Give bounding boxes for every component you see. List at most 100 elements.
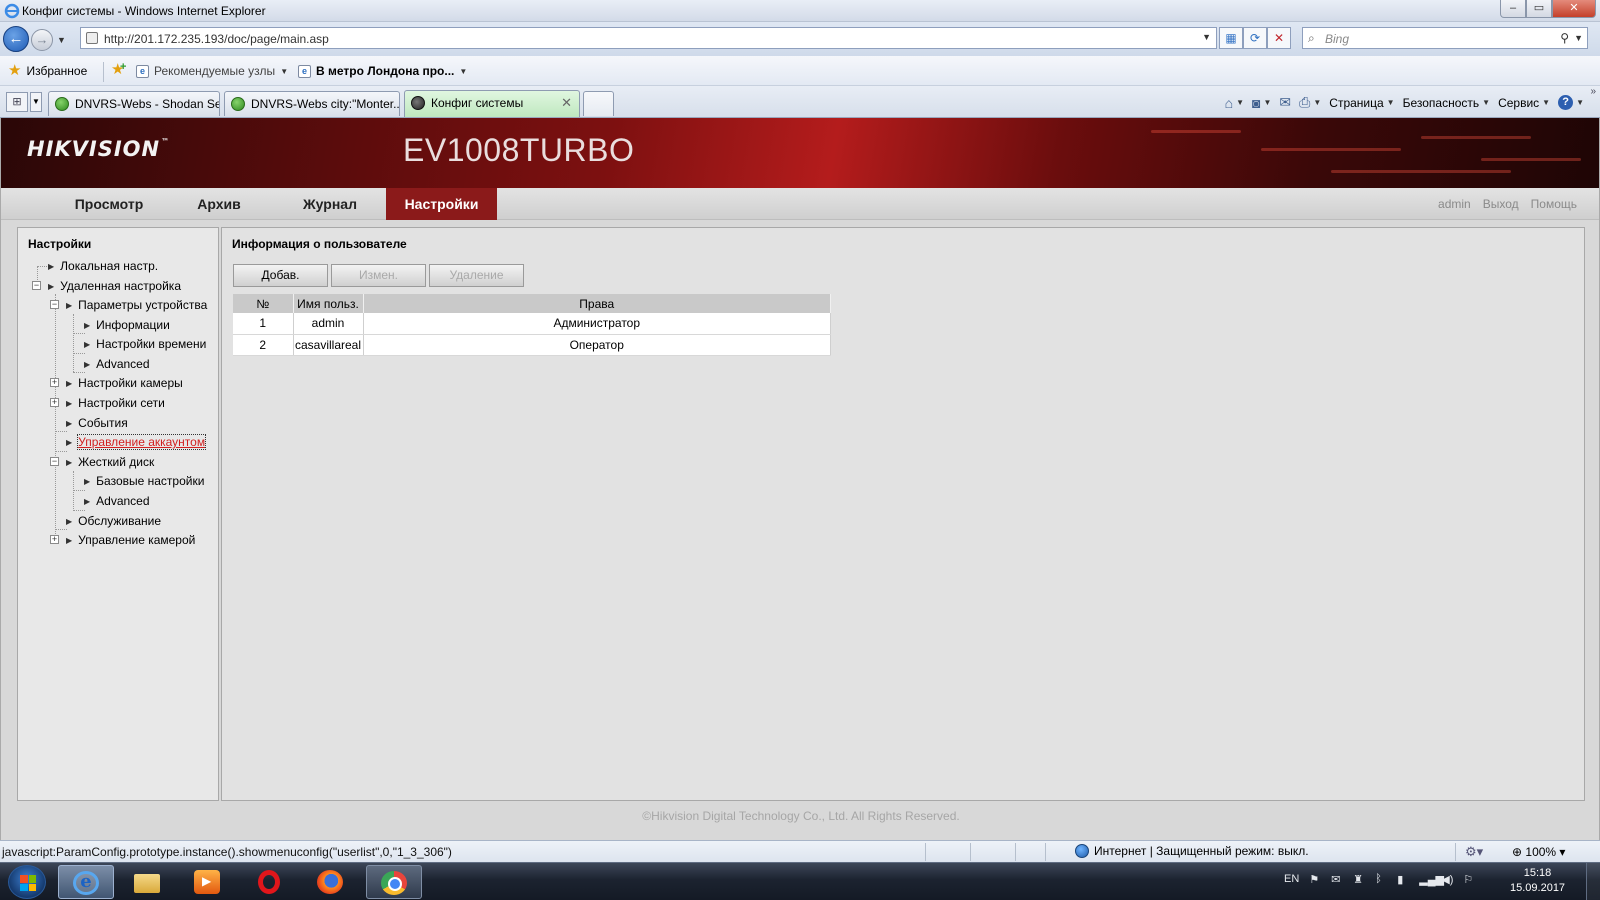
safety-menu[interactable]: Безопасность ▼ <box>1403 96 1490 110</box>
forward-button[interactable]: → <box>31 29 53 51</box>
taskbar-opera[interactable] <box>242 865 298 899</box>
menu-tab-playback[interactable]: Архив <box>165 188 273 220</box>
search-options-icon[interactable]: ▼ <box>1574 33 1583 43</box>
taskbar-chrome[interactable] <box>366 865 422 899</box>
search-input[interactable]: Bing <box>1325 32 1349 46</box>
expand-icon[interactable]: + <box>50 378 59 387</box>
expand-icon[interactable]: + <box>50 535 59 544</box>
menu-tab-log[interactable]: Журнал <box>275 188 385 220</box>
bluetooth-icon[interactable]: ᛒ <box>1375 873 1387 885</box>
security-zone[interactable]: Интернет | Защищенный режим: выкл. <box>1075 844 1309 858</box>
volume-icon[interactable]: ◀) <box>1441 873 1453 886</box>
refresh-icon[interactable]: ⟳ <box>1243 27 1267 49</box>
tree-item-device-params[interactable]: − ▶ Параметры устройства <box>50 296 208 314</box>
tree-item-account-management[interactable]: ▶ Управление аккаунтом <box>66 433 207 451</box>
close-tab-icon[interactable]: ✕ <box>561 95 572 111</box>
tree-item-camera-settings[interactable]: + ▶ Настройки камеры <box>50 374 183 392</box>
logout-link[interactable]: Выход <box>1483 197 1519 211</box>
page-viewport: HIKVISION™ EV1008TURBO Просмотр Архив Жу… <box>0 118 1600 840</box>
compatibility-view-icon[interactable]: ▦ <box>1219 27 1243 49</box>
table-row[interactable]: 1 admin Администратор <box>233 313 831 335</box>
network-status-icon[interactable]: ⚑ <box>1309 873 1321 886</box>
tree-item-maintenance[interactable]: ▶ Обслуживание <box>66 512 161 530</box>
taskbar-media-player[interactable] <box>180 865 236 899</box>
history-dropdown-icon[interactable]: ▼ <box>57 35 66 45</box>
table-row[interactable]: 2 casavillareal Оператор <box>233 334 831 356</box>
ie-page-icon: e <box>298 64 311 78</box>
tree-item-label: Параметры устройства <box>78 298 208 312</box>
read-mail-button[interactable]: ✉ <box>1279 94 1291 111</box>
tree-item-hdd-advanced[interactable]: ▶ Advanced <box>84 492 150 510</box>
flag-alert-icon[interactable]: ⚐ <box>1463 873 1475 886</box>
collapse-icon[interactable]: − <box>50 300 59 309</box>
tree-item-events[interactable]: ▶ События <box>66 414 128 432</box>
collapse-icon[interactable]: − <box>50 457 59 466</box>
back-button[interactable]: ← <box>3 26 29 52</box>
status-divider <box>970 843 971 861</box>
zoom-control[interactable]: ⊕ 100% ▾ <box>1512 845 1565 859</box>
tree-line <box>73 490 85 491</box>
new-tab-button[interactable] <box>583 91 614 116</box>
page-menu[interactable]: Страница ▼ <box>1329 96 1394 110</box>
expand-icon[interactable]: + <box>50 398 59 407</box>
address-bar[interactable]: http://201.172.235.193/doc/page/main.asp… <box>80 27 1217 49</box>
print-button[interactable]: ⎙ ▼ <box>1299 94 1321 111</box>
quick-tabs-icon[interactable]: ⊞ <box>6 92 28 112</box>
start-button[interactable] <box>8 865 46 899</box>
search-icon[interactable]: ⚲ <box>1560 31 1569 45</box>
maximize-button[interactable]: ▭ <box>1526 0 1552 18</box>
address-url[interactable]: http://201.172.235.193/doc/page/main.asp <box>104 32 329 46</box>
taskbar-firefox[interactable] <box>303 865 359 899</box>
protected-mode-icon[interactable]: ⚙▾ <box>1465 844 1483 860</box>
address-dropdown-icon[interactable]: ▼ <box>1202 32 1211 42</box>
system-clock[interactable]: 15:18 15.09.2017 <box>1510 866 1565 896</box>
menu-tab-preview[interactable]: Просмотр <box>55 188 163 220</box>
site-favicon-icon <box>411 96 425 110</box>
command-bar: ⌂ ▼ ◙ ▼ ✉ ⎙ ▼ Страница ▼ Безопасность ▼ Серви… <box>1217 94 1584 111</box>
favorites-button[interactable]: ★ Избранное <box>8 63 87 78</box>
menu-tab-settings[interactable]: Настройки <box>386 188 497 220</box>
window-title: Конфиг системы - Windows Internet Explor… <box>22 4 266 18</box>
banner-decoration <box>1481 158 1581 161</box>
close-window-button[interactable]: ✕ <box>1552 0 1596 18</box>
tree-item-local-config[interactable]: ▶ Локальная настр. <box>48 257 158 275</box>
tab-config-active[interactable]: Конфиг системы ✕ <box>404 90 580 117</box>
tree-item-camera-control[interactable]: + ▶ Управление камерой <box>50 531 195 549</box>
home-button[interactable]: ⌂ ▼ <box>1225 95 1244 111</box>
delete-user-button[interactable]: Удаление <box>429 264 524 287</box>
more-commands-icon[interactable]: » <box>1590 86 1596 97</box>
search-box[interactable]: ⌕ Bing ⚲ ▼ <box>1302 27 1588 49</box>
action-center-icon[interactable]: ✉ <box>1331 873 1343 886</box>
show-desktop-button[interactable] <box>1586 863 1600 900</box>
tools-menu[interactable]: Сервис ▼ <box>1498 96 1550 110</box>
taskbar-internet-explorer[interactable]: e <box>58 865 114 899</box>
tab-shodan-2[interactable]: DNVRS-Webs city:"Monter... <box>224 91 400 116</box>
help-menu[interactable]: ? ▼ <box>1558 95 1584 110</box>
wifi-signal-icon[interactable]: ▂▄▆ <box>1419 873 1444 886</box>
stop-icon[interactable]: ✕ <box>1267 27 1291 49</box>
tree-item-info[interactable]: ▶ Информации <box>84 316 170 334</box>
page-icon <box>86 32 98 44</box>
feeds-button[interactable]: ◙ ▼ <box>1252 95 1271 111</box>
minimize-button[interactable]: – <box>1500 0 1526 18</box>
help-link[interactable]: Помощь <box>1531 197 1577 211</box>
add-to-favorites-button[interactable]: ★ <box>111 61 127 77</box>
suggested-sites-link[interactable]: e Рекомендуемые узлы ▼ <box>136 64 288 78</box>
language-indicator[interactable]: EN <box>1284 873 1299 885</box>
taskbar-explorer[interactable] <box>120 865 176 899</box>
add-user-button[interactable]: Добав. <box>233 264 328 287</box>
column-header-rights: Права <box>363 294 831 313</box>
usb-icon[interactable]: ♜ <box>1353 873 1365 886</box>
battery-icon[interactable]: ▮ <box>1397 873 1409 886</box>
tree-item-time-settings[interactable]: ▶ Настройки времени <box>84 335 206 353</box>
edit-user-button[interactable]: Измен. <box>331 264 426 287</box>
tree-item-network-settings[interactable]: + ▶ Настройки сети <box>50 394 165 412</box>
metro-link[interactable]: e В метро Лондона про... ▼ <box>298 64 467 78</box>
tree-item-basic-settings[interactable]: ▶ Базовые настройки <box>84 472 204 490</box>
tab-shodan-1[interactable]: DNVRS-Webs - Shodan Se... <box>48 91 220 116</box>
tree-item-remote-config[interactable]: − ▶ Удаленная настройка <box>32 277 181 295</box>
tree-item-hard-disk[interactable]: − ▶ Жесткий диск <box>50 453 154 471</box>
tab-list-dropdown-icon[interactable]: ▼ <box>30 92 42 112</box>
collapse-icon[interactable]: − <box>32 281 41 290</box>
tree-item-device-advanced[interactable]: ▶ Advanced <box>84 355 150 373</box>
